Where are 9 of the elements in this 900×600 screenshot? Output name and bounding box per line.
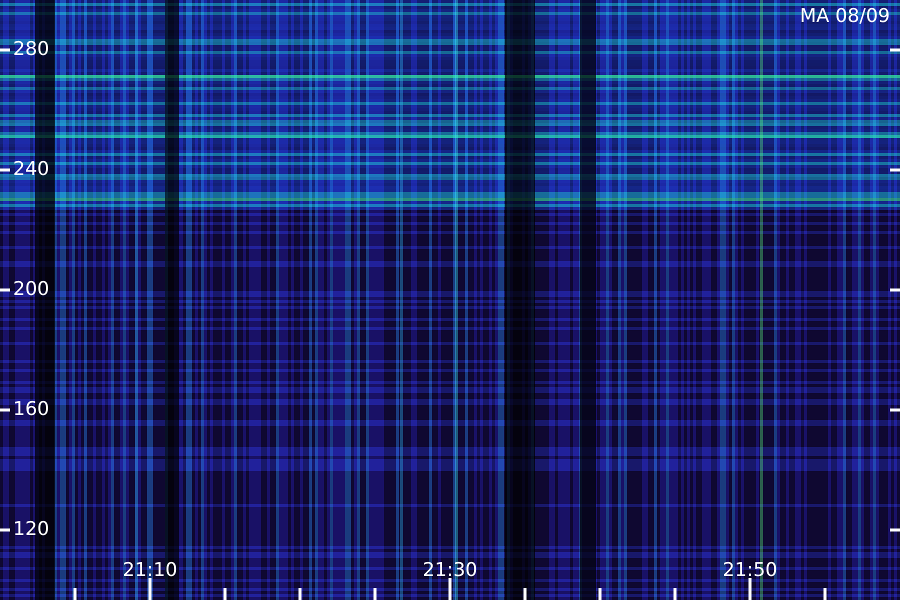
- axis-label: 120: [13, 520, 50, 539]
- axis-label: 280: [13, 40, 50, 59]
- chart-title: MA 08/09: [800, 7, 890, 26]
- axis-label: 240: [13, 160, 50, 179]
- axis-label: 160: [13, 400, 50, 419]
- axis-label: 21:50: [722, 561, 778, 580]
- axis-label: 21:10: [122, 561, 178, 580]
- axis-label: 200: [13, 280, 50, 299]
- axis-label: 21:30: [422, 561, 478, 580]
